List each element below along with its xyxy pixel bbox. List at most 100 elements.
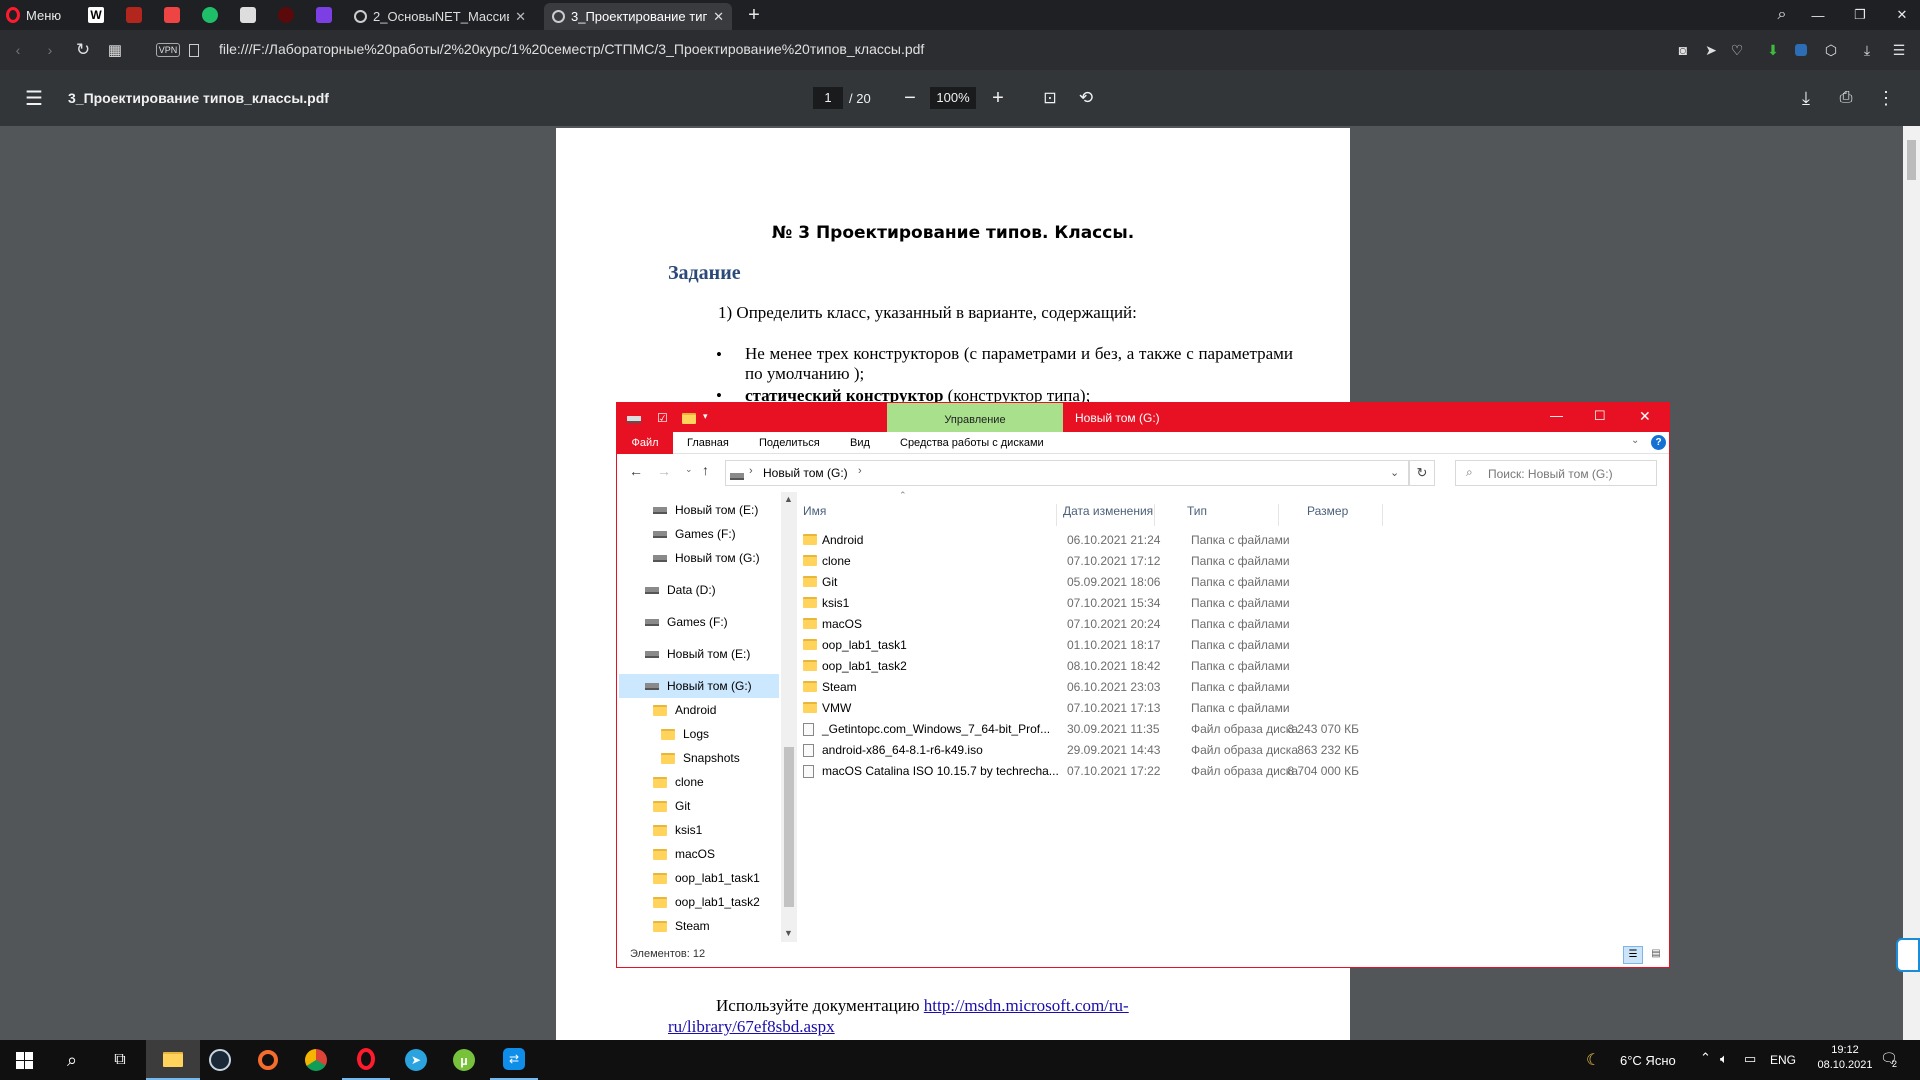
file-row[interactable]: Git 05.09.2021 18:06 Папка с файлами [803,572,1383,593]
column-date[interactable]: Дата изменения [1063,504,1155,526]
weather-text[interactable]: 6°C Ясно [1620,1053,1676,1068]
new-tab-button[interactable]: + [742,0,766,30]
file-row[interactable]: clone 07.10.2021 17:12 Папка с файлами [803,551,1383,572]
nav-item[interactable]: Logs [619,722,779,746]
restore-button[interactable]: ❐ [1848,0,1872,30]
nav-item[interactable]: Snapshots [619,746,779,770]
task-view-icon[interactable]: ⧉ [96,1040,144,1080]
extension-icon[interactable] [1790,30,1812,70]
large-icons-view-icon[interactable]: ▤ [1647,946,1665,964]
file-row[interactable]: Android 06.10.2021 21:24 Папка с файлами [803,530,1383,551]
file-row[interactable]: oop_lab1_task1 01.10.2021 18:17 Папка с фа… [803,635,1383,656]
tab-close-icon[interactable]: ✕ [713,9,724,25]
more-options-icon[interactable]: ⋮ [1874,70,1898,126]
windows-start-icon[interactable] [0,1040,48,1080]
nav-item[interactable]: Data (D:) [619,578,779,602]
reload-icon[interactable]: ↻ [72,30,94,70]
snapshot-icon[interactable]: ◙ [1672,30,1694,70]
rotate-icon[interactable]: ⟲ [1074,70,1098,126]
opera-menu-button[interactable]: Меню [6,0,68,30]
nav-item[interactable]: Games (F:) [619,610,779,634]
page-number-input[interactable]: 1 [813,87,843,109]
tab-file[interactable]: Файл [617,432,673,454]
opera-icon[interactable] [342,1040,390,1080]
breadcrumb-chevron-icon[interactable]: › [749,465,753,477]
properties-icon[interactable]: ☑ [657,411,668,425]
nav-item[interactable]: oop_lab1_task2 [619,890,779,914]
url-field[interactable]: file:///F:/Лабораторные%20работы/2%20кур… [219,41,924,57]
speed-dial-icon[interactable] [200,0,220,30]
minimize-button[interactable]: — [1550,408,1563,423]
breadcrumb[interactable]: Новый том (G:) [763,466,848,480]
cube-icon[interactable]: ⬡ [1820,30,1842,70]
address-dropdown-icon[interactable]: ⌄ [1390,466,1399,479]
network-icon[interactable]: ▭ [1744,1051,1756,1067]
language-indicator[interactable]: ENG [1770,1053,1796,1067]
print-icon[interactable]: ⎙ [1834,70,1858,126]
file-row[interactable]: macOS Catalina ISO 10.15.7 by techrecha.… [803,761,1383,782]
msdn-link-continued[interactable]: ru/library/67ef8sbd.aspx [668,1017,835,1036]
maximize-button[interactable]: ☐ [1594,408,1606,424]
refresh-icon[interactable]: ↻ [1409,460,1435,486]
back-icon[interactable]: ‹ [8,30,28,70]
scroll-down-icon[interactable]: ▼ [784,928,793,938]
column-size[interactable]: Размер [1307,504,1383,526]
speed-dial-icon[interactable] [162,0,182,30]
clock[interactable]: 19:12 08.10.2021 [1812,1044,1878,1071]
download-icon[interactable]: ⤓ [1794,70,1818,126]
scrollbar-thumb[interactable] [1907,140,1916,180]
speed-dial-icon[interactable] [276,0,296,30]
scrollbar-thumb[interactable] [784,747,794,907]
file-row[interactable]: macOS 07.10.2021 20:24 Папка с файлами [803,614,1383,635]
nav-item[interactable]: Новый том (G:) [619,546,779,570]
nav-scrollbar[interactable]: ▲ ▼ [781,492,797,942]
context-tab-manage[interactable]: Управление [887,403,1063,432]
fit-page-icon[interactable]: ⊡ [1038,70,1062,126]
search-box[interactable]: ⌕ Поиск: Новый том (G:) [1455,460,1657,486]
search-icon[interactable]: ⌕ [48,1040,96,1080]
vpn-badge[interactable]: VPN [154,30,182,70]
file-row[interactable]: _Getintopc.com_Windows_7_64-bit_Prof... 3… [803,719,1383,740]
downloads-icon[interactable]: ⤓ [1856,30,1878,70]
breadcrumb-chevron-icon[interactable]: › [858,465,862,477]
nav-item[interactable]: ksis1 [619,818,779,842]
teamviewer-icon[interactable]: ⇄ [490,1040,538,1080]
file-row[interactable]: oop_lab1_task2 08.10.2021 18:42 Папка с фа… [803,656,1383,677]
notifications-icon[interactable]: 🗨︎ 2 [1880,1050,1898,1069]
viewer-scrollbar[interactable] [1903,126,1920,1040]
file-row[interactable]: ksis1 07.10.2021 15:34 Папка с файлами [803,593,1383,614]
steam-icon[interactable] [196,1040,244,1080]
easy-setup-icon[interactable]: ☰ [1888,30,1910,70]
back-icon[interactable]: ← [629,463,643,479]
nav-item[interactable]: Новый том (G:) [619,674,779,698]
speed-dial-icon[interactable] [124,0,144,30]
column-type[interactable]: Тип [1187,504,1279,526]
chrome-icon[interactable] [292,1040,340,1080]
tab-3-proektirovanie[interactable]: 3_Проектирование типов ✕ [544,3,732,30]
weather-moon-icon[interactable]: ☾ [1586,1050,1600,1070]
new-folder-icon[interactable] [682,411,696,425]
nav-item[interactable]: clone [619,770,779,794]
file-row[interactable]: Steam 06.10.2021 23:03 Папка с файлами [803,677,1383,698]
recent-locations-icon[interactable]: ⌄ [685,464,693,475]
nav-item[interactable]: macOS [619,842,779,866]
close-button[interactable]: ✕ [1639,408,1651,425]
heart-icon[interactable]: ♡ [1726,30,1748,70]
wikipedia-speed-dial-icon[interactable]: W [86,0,106,30]
download-extension-icon[interactable]: ⬇ [1762,30,1784,70]
tab-view[interactable]: Вид [850,437,870,449]
show-hidden-icons[interactable]: ⌃ [1700,1050,1711,1066]
pdf-menu-icon[interactable]: ☰ [22,70,46,126]
tab-share[interactable]: Поделиться [759,437,820,449]
telegram-icon[interactable]: ➤ [392,1040,440,1080]
nav-item[interactable]: Новый том (E:) [619,498,779,522]
nav-item[interactable]: Git [619,794,779,818]
tab-grid-icon[interactable]: ▦ [104,30,126,70]
details-view-icon[interactable]: ☰ [1623,946,1643,964]
send-icon[interactable]: ➤ [1700,30,1722,70]
speed-dial-icon[interactable] [238,0,258,30]
zoom-input[interactable]: 100% [930,87,976,109]
nav-item[interactable]: Новый том (E:) [619,642,779,666]
utorrent-icon[interactable]: µ [440,1040,488,1080]
forward-icon[interactable]: → [657,463,671,479]
